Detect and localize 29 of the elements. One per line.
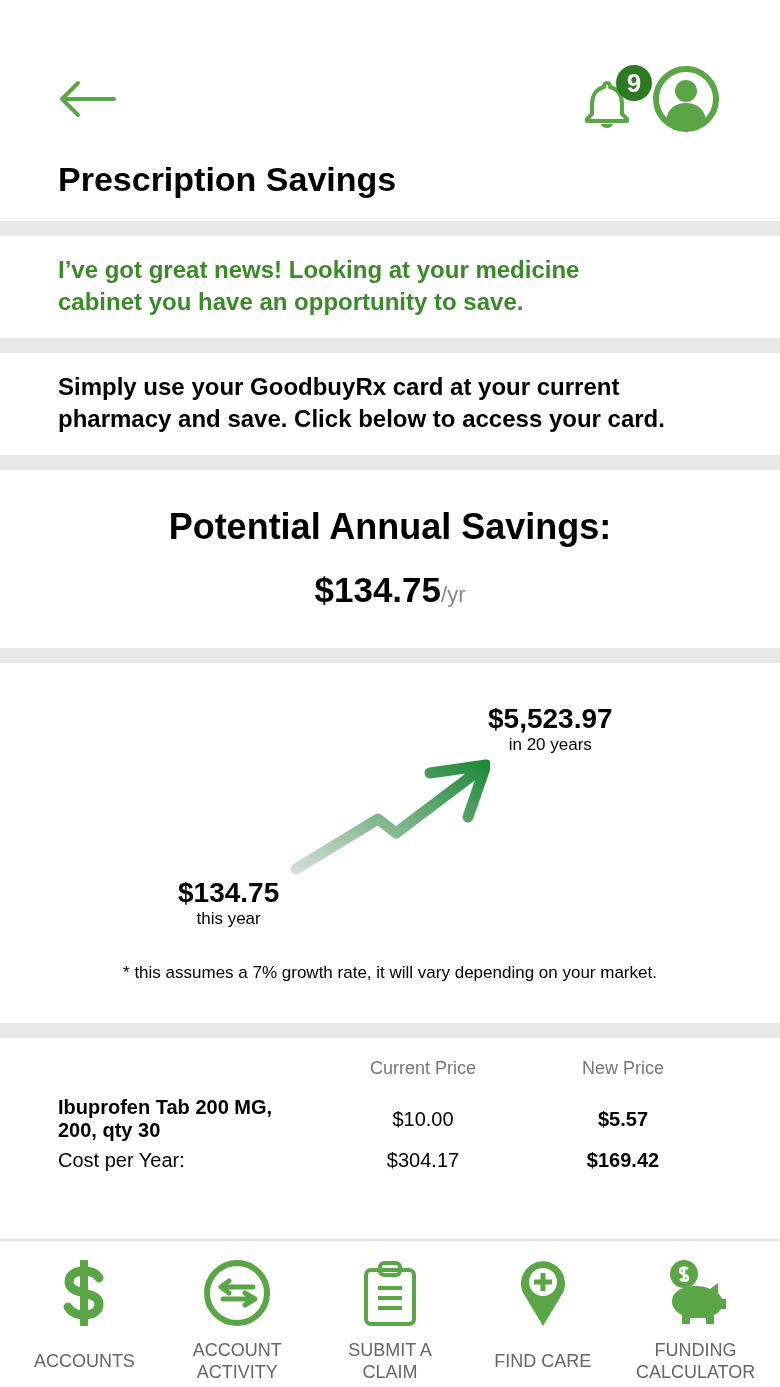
back-arrow-icon[interactable] [58,79,116,119]
row-label: Cost per Year: [58,1149,186,1172]
row-label: Ibuprofen Tab 200 MG, 200, qty 30 [58,1096,274,1142]
new-price: $5.57 [596,1107,650,1131]
future-label: in 20 years [507,735,593,755]
nav-item[interactable]: ACCOUNT ACTIVITY [162,1241,313,1387]
new-price: $169.42 [585,1149,661,1172]
news-message: I’ve got great news! Looking at your medicine cabinet you have an opportunity to save. [57,255,581,317]
future-amount: $5,523.97 [488,703,613,735]
current-price: $304.17 [385,1149,461,1172]
exchange-circle-icon [203,1259,272,1327]
profile-icon[interactable] [652,65,720,133]
nav-item[interactable]: ACCOUNTS [9,1241,160,1387]
savings-heading: Potential Annual Savings: [167,506,613,548]
notification-badge: 9 [616,65,652,101]
nav-item[interactable]: FUNDING CALCULATOR [620,1241,771,1387]
nav-item[interactable]: FIND CARE [467,1241,618,1387]
current-label: this year [195,909,262,929]
column-header: Current Price [369,1058,477,1079]
per-year-unit: /yr [441,582,466,607]
column-header: New Price [581,1058,665,1079]
instructions-text: Simply use your GoodbuyRx card at your current pharmacy and save. Click below to access your card. [57,372,666,434]
page-title: Prescription Savings [57,159,398,200]
current-price: $10.00 [391,1107,455,1131]
nav-item[interactable]: SUBMIT A CLAIM [315,1241,465,1387]
savings-amount: $134.75 [314,570,442,609]
growth-footnote: * this assumes a 7% growth rate, it will vary depending on your market. [122,963,658,983]
current-amount: $134.75 [178,877,280,909]
clipboard-icon [362,1260,418,1326]
